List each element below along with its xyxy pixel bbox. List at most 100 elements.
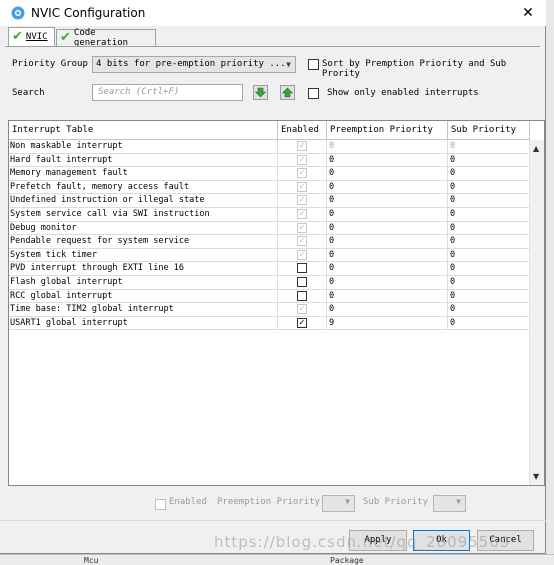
interrupt-table: Interrupt Table Enabled Preemption Prior…	[8, 120, 545, 486]
table-row[interactable]: USART1 global interrupt ✓ 9 0	[9, 316, 530, 331]
table-row[interactable]: RCC global interrupt 0 0	[9, 289, 530, 304]
table-row[interactable]: Prefetch fault, memory access fault ✓ 0 0	[9, 180, 530, 195]
interrupt-name: Time base: TIM2 global interrupt	[9, 303, 278, 316]
sort-checkbox[interactable]	[308, 59, 319, 70]
enabled-cell: ✓	[278, 303, 327, 316]
table-row[interactable]: Undefined instruction or illegal state ✓ 0…	[9, 194, 530, 208]
priority-group-value: 4 bits for pre-emption priority ...	[96, 59, 286, 69]
priority-group-label: Priority Group	[12, 59, 88, 69]
search-down-button[interactable]	[253, 85, 268, 100]
preemption-priority-cell: 0	[327, 235, 448, 248]
sub-priority-cell: 0	[448, 235, 530, 248]
interrupt-name: Hard fault interrupt	[9, 153, 278, 167]
checkmark-icon: ✔	[12, 29, 23, 44]
bottom-enabled-label: Enabled	[169, 497, 207, 507]
sub-priority-cell: 0	[448, 153, 530, 167]
tab-nvic[interactable]: ✔ NVIC	[8, 27, 55, 46]
window-title: NVIC Configuration	[31, 6, 146, 20]
enabled-checkbox: ✓	[297, 304, 307, 315]
sub-priority-cell: 0	[448, 167, 530, 180]
search-up-button[interactable]	[280, 85, 295, 100]
preemption-priority-cell: 0	[327, 180, 448, 194]
sub-priority-cell[interactable]: 0	[448, 289, 530, 303]
nvic-dialog: NVIC Configuration ✕ ✔ NVIC ✔ Code gener…	[0, 0, 546, 554]
preemption-priority-cell[interactable]: 0	[327, 289, 448, 303]
enabled-cell: ✓	[278, 316, 327, 330]
vertical-scrollbar[interactable]: ▲ ▼	[529, 140, 544, 485]
enabled-checkbox[interactable]	[297, 263, 307, 274]
table-row[interactable]: Debug monitor ✓ 0 0	[9, 221, 530, 236]
interrupt-name: System tick timer	[9, 248, 278, 262]
tab-divider	[5, 46, 540, 47]
priority-group-select[interactable]: 4 bits for pre-emption priority ... ▼	[92, 56, 296, 73]
enabled-checkbox[interactable]	[297, 290, 307, 301]
enabled-checkbox: ✓	[297, 154, 307, 165]
sub-priority-cell: 0	[448, 194, 530, 207]
table-row[interactable]: System service call via SWI instruction ✓…	[9, 207, 530, 222]
table-row[interactable]: PVD interrupt through EXTI line 16 0 0	[9, 262, 530, 276]
show-enabled-checkbox[interactable]	[308, 88, 319, 99]
enabled-cell: ✓	[278, 207, 327, 221]
enabled-checkbox: ✓	[297, 141, 307, 151]
preemption-priority-cell[interactable]: 0	[327, 275, 448, 289]
table-row[interactable]: Hard fault interrupt ✓ 0 0	[9, 153, 530, 168]
table-row[interactable]: Memory management fault ✓ 0 0	[9, 167, 530, 181]
enabled-cell: ✓	[278, 180, 327, 194]
tab-code-generation[interactable]: ✔ Code generation	[56, 28, 156, 48]
table-row[interactable]: Pendable request for system service ✓ 0 0	[9, 235, 530, 249]
enabled-checkbox: ✓	[297, 181, 307, 192]
bottom-enabled-checkbox[interactable]	[155, 499, 166, 510]
interrupt-name: Undefined instruction or illegal state	[9, 194, 278, 207]
enabled-checkbox: ✓	[297, 195, 307, 206]
title-bar: NVIC Configuration ✕	[0, 0, 546, 26]
column-header-enabled[interactable]: Enabled	[278, 121, 327, 139]
table-body: Non maskable interrupt ✓ 0 0 Hard fault inte…	[9, 140, 530, 331]
checkmark-icon: ✔	[60, 30, 71, 45]
watermark: https://blog.csdn.net/qq_28095569	[214, 533, 511, 551]
scroll-up-icon[interactable]: ▲	[533, 144, 539, 153]
bottom-preemption-label: Preemption Priority	[217, 497, 320, 507]
preemption-priority-cell: 0	[327, 194, 448, 207]
column-header-preemption[interactable]: Preemption Priority	[327, 121, 448, 139]
preemption-priority-cell: 0	[327, 207, 448, 221]
background-panel	[546, 0, 554, 564]
table-header: Interrupt Table Enabled Preemption Prior…	[9, 121, 530, 140]
interrupt-name: Flash global interrupt	[9, 275, 278, 289]
enabled-cell: ✓	[278, 194, 327, 207]
close-button[interactable]: ✕	[518, 3, 538, 23]
show-enabled-label: Show only enabled interrupts	[327, 88, 479, 98]
enabled-cell	[278, 262, 327, 275]
bottom-sub-priority-select[interactable]: ▼	[433, 495, 466, 512]
preemption-priority-cell[interactable]: 0	[327, 262, 448, 275]
preemption-priority-cell[interactable]: 9	[327, 316, 448, 330]
bottom-preemption-select[interactable]: ▼	[322, 495, 355, 512]
arrow-up-icon	[282, 87, 293, 98]
enabled-cell: ✓	[278, 167, 327, 180]
search-label: Search	[12, 88, 45, 98]
enabled-checkbox[interactable]: ✓	[297, 317, 307, 328]
sub-priority-cell: 0	[448, 180, 530, 194]
chevron-down-icon: ▼	[345, 497, 350, 506]
table-row[interactable]: System tick timer ✓ 0 0	[9, 248, 530, 263]
gear-icon	[11, 6, 25, 20]
preemption-priority-cell: 0	[327, 153, 448, 167]
sort-label: Sort by Premption Priority and Sub Prori…	[322, 59, 507, 79]
table-row[interactable]: Non maskable interrupt ✓ 0 0	[9, 140, 530, 154]
enabled-checkbox: ✓	[297, 249, 307, 260]
enabled-cell: ✓	[278, 235, 327, 248]
sub-priority-cell[interactable]: 0	[448, 316, 530, 330]
interrupt-name: Prefetch fault, memory access fault	[9, 180, 278, 194]
sub-priority-cell: 0	[448, 303, 530, 316]
enabled-checkbox[interactable]	[297, 276, 307, 287]
scroll-down-icon[interactable]: ▼	[533, 472, 539, 481]
table-row[interactable]: Flash global interrupt 0 0	[9, 275, 530, 290]
table-row[interactable]: Time base: TIM2 global interrupt ✓ 0 0	[9, 303, 530, 317]
search-input[interactable]: Search (Crtl+F)	[92, 84, 243, 101]
column-header-sub-priority[interactable]: Sub Priority	[448, 121, 530, 139]
sub-priority-cell[interactable]: 0	[448, 275, 530, 289]
column-header-interrupt[interactable]: Interrupt Table	[9, 121, 278, 139]
sub-priority-cell[interactable]: 0	[448, 262, 530, 275]
enabled-cell: ✓	[278, 248, 327, 262]
arrow-down-icon	[255, 87, 266, 98]
enabled-checkbox: ✓	[297, 168, 307, 179]
